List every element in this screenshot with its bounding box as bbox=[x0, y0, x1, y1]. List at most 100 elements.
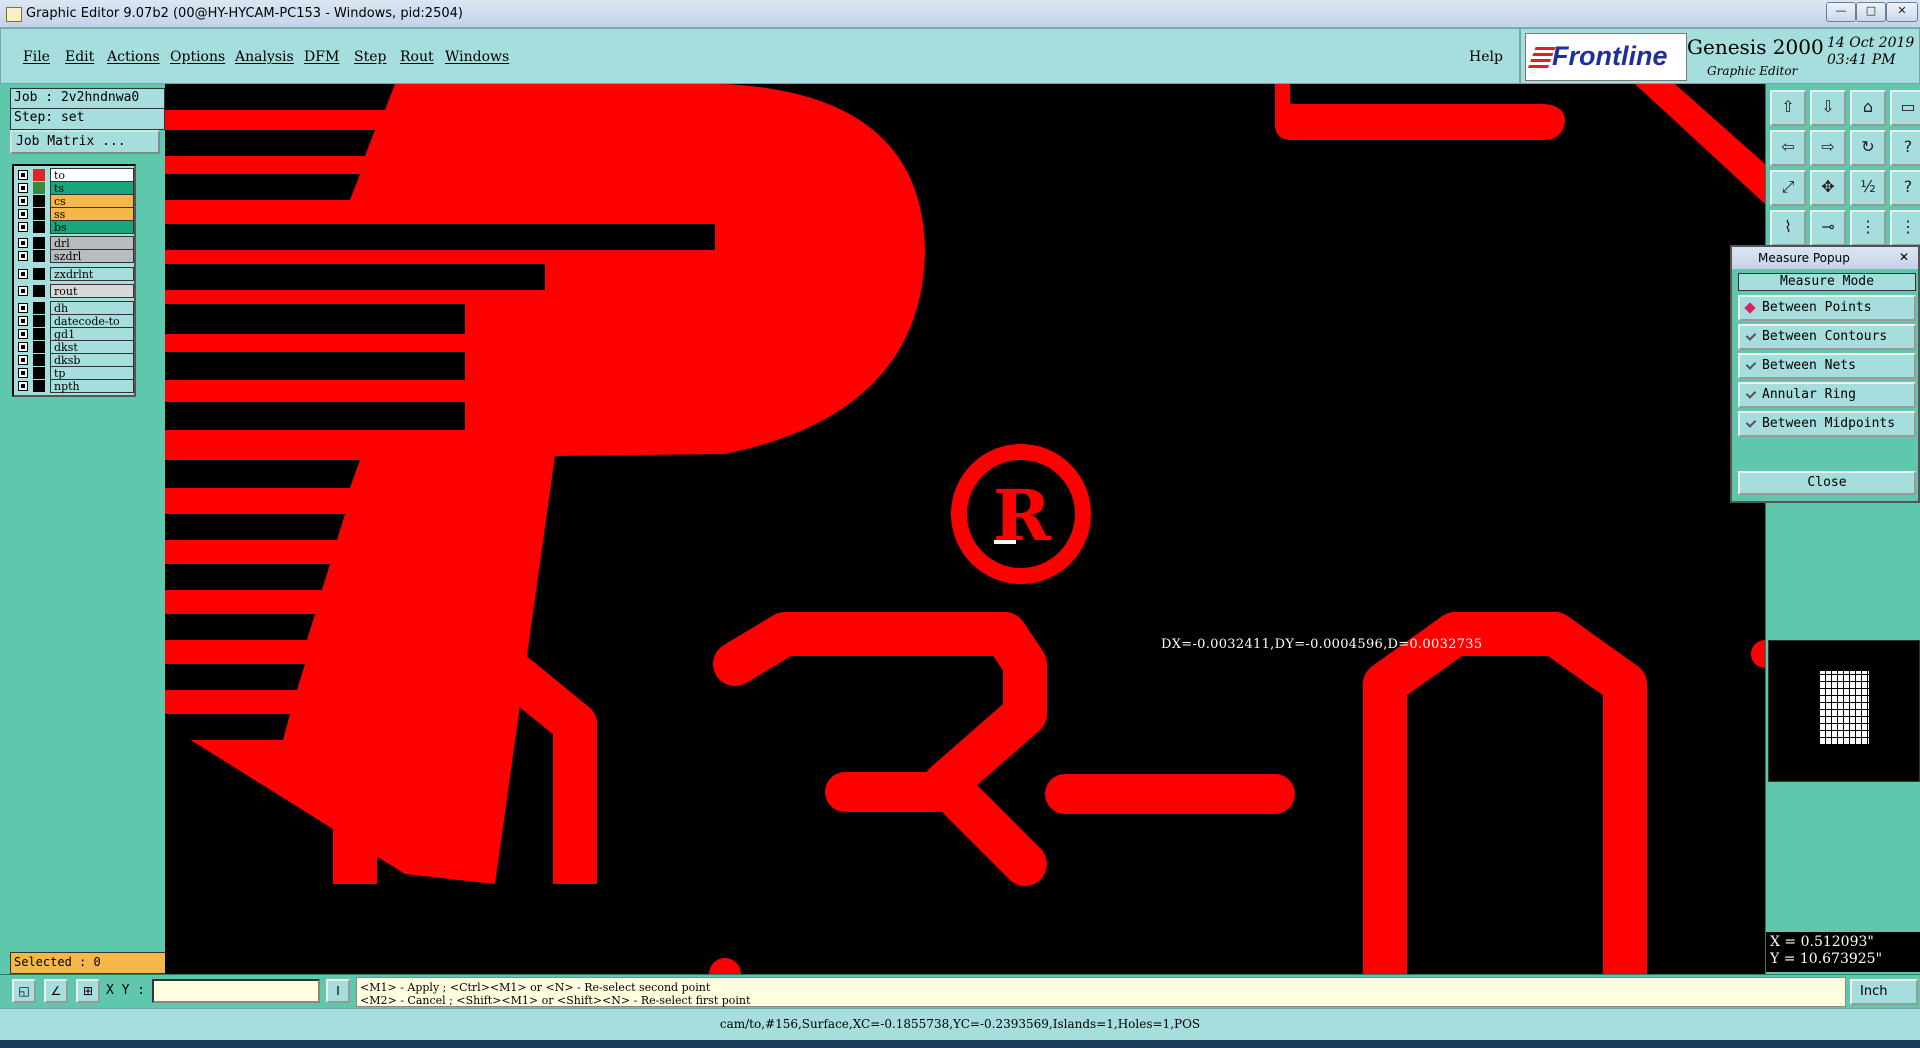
layer-name[interactable]: npth bbox=[50, 379, 134, 393]
menu-help[interactable]: Help bbox=[1469, 49, 1503, 65]
layer-checkbox[interactable] bbox=[18, 286, 28, 296]
xy-input[interactable] bbox=[152, 979, 320, 1003]
menu-actions[interactable]: Actions bbox=[107, 49, 160, 65]
layer-color-swatch[interactable] bbox=[33, 328, 45, 340]
unit-selector[interactable]: Inch bbox=[1850, 979, 1918, 1005]
minimize-button[interactable]: — bbox=[1826, 2, 1856, 22]
layer-color-swatch[interactable] bbox=[33, 221, 45, 233]
layer-row-to[interactable]: to bbox=[16, 168, 134, 182]
layer-name[interactable]: bs bbox=[50, 220, 134, 234]
layer-color-swatch[interactable] bbox=[33, 315, 45, 327]
layer-color-swatch[interactable] bbox=[33, 285, 45, 297]
zoom-in-icon[interactable]: ⇧ bbox=[1770, 90, 1806, 126]
layer-row-dh[interactable]: dh bbox=[16, 301, 134, 315]
script-icon[interactable]: ? bbox=[1890, 130, 1920, 166]
layer-name[interactable]: datecode-to bbox=[50, 314, 134, 328]
layer-row-bs[interactable]: bs bbox=[16, 220, 134, 234]
layer-row-szdrl[interactable]: szdrl bbox=[16, 249, 134, 263]
layer-row-datecode-to[interactable]: datecode-to bbox=[16, 314, 134, 328]
layer-row-cs[interactable]: cs bbox=[16, 194, 134, 208]
help-icon[interactable]: ? bbox=[1890, 170, 1920, 206]
layer-color-swatch[interactable] bbox=[33, 380, 45, 392]
menu-analysis[interactable]: Analysis bbox=[235, 49, 294, 65]
layer-row-tp[interactable]: tp bbox=[16, 366, 134, 380]
pan-right-icon[interactable]: ⇨ bbox=[1810, 130, 1846, 166]
layer-row-ss[interactable]: ss bbox=[16, 207, 134, 221]
redraw-icon[interactable]: ↻ bbox=[1850, 130, 1886, 166]
layer-checkbox[interactable] bbox=[18, 368, 28, 378]
layer-name[interactable]: rout bbox=[50, 284, 134, 298]
scale-1-2-icon[interactable]: ½ bbox=[1850, 170, 1886, 206]
layer-checkbox[interactable] bbox=[18, 329, 28, 339]
layer-checkbox[interactable] bbox=[18, 170, 28, 180]
layer-color-swatch[interactable] bbox=[33, 354, 45, 366]
layer-name[interactable]: dkst bbox=[50, 340, 134, 354]
snap-icon[interactable]: ⊸ bbox=[1810, 210, 1846, 246]
layer-row-drl[interactable]: drl bbox=[16, 236, 134, 250]
layer-name[interactable]: ss bbox=[50, 207, 134, 221]
layer-checkbox[interactable] bbox=[18, 222, 28, 232]
layer-row-npth[interactable]: npth bbox=[16, 379, 134, 393]
layer-color-swatch[interactable] bbox=[33, 341, 45, 353]
zoom-out-icon[interactable]: ⇩ bbox=[1810, 90, 1846, 126]
menu-step[interactable]: Step bbox=[354, 49, 386, 65]
layer-name[interactable]: ts bbox=[50, 181, 134, 195]
measure-option-between-contours[interactable]: Between Contours bbox=[1738, 324, 1916, 350]
layer-color-swatch[interactable] bbox=[33, 237, 45, 249]
snap-mode-icon[interactable]: ◱ bbox=[12, 979, 36, 1003]
menu-rout[interactable]: Rout bbox=[400, 49, 434, 65]
layer-checkbox[interactable] bbox=[18, 269, 28, 279]
layer-color-swatch[interactable] bbox=[33, 182, 45, 194]
overview-preview[interactable] bbox=[1768, 640, 1920, 782]
layer-name[interactable]: drl bbox=[50, 236, 134, 250]
close-window-button[interactable]: ✕ bbox=[1886, 2, 1918, 22]
layer-checkbox[interactable] bbox=[18, 381, 28, 391]
layer-row-dkst[interactable]: dkst bbox=[16, 340, 134, 354]
layer-name[interactable]: tp bbox=[50, 366, 134, 380]
layer-name[interactable]: szdrl bbox=[50, 249, 134, 263]
menu-windows[interactable]: Windows bbox=[445, 49, 509, 65]
layer-row-gd1[interactable]: gd1 bbox=[16, 327, 134, 341]
menu-dfm[interactable]: DFM bbox=[304, 49, 339, 65]
grid-mode-icon[interactable]: ⊞ bbox=[76, 979, 100, 1003]
layer-checkbox[interactable] bbox=[18, 196, 28, 206]
layer-color-swatch[interactable] bbox=[33, 268, 45, 280]
layer-name[interactable]: dh bbox=[50, 301, 134, 315]
layer-color-swatch[interactable] bbox=[33, 169, 45, 181]
layer-name[interactable]: zxdrlnt bbox=[50, 267, 134, 281]
menu-edit[interactable]: Edit bbox=[65, 49, 94, 65]
layer-color-swatch[interactable] bbox=[33, 250, 45, 262]
text-cursor-icon[interactable]: I bbox=[326, 979, 350, 1003]
nets-icon[interactable]: ⋮ bbox=[1850, 210, 1886, 246]
home-icon[interactable]: ⌂ bbox=[1850, 90, 1886, 126]
layer-name[interactable]: dksb bbox=[50, 353, 134, 367]
layer-row-rout[interactable]: rout bbox=[16, 284, 134, 298]
layer-checkbox[interactable] bbox=[18, 342, 28, 352]
angle-mode-icon[interactable]: ∠ bbox=[44, 979, 68, 1003]
layer-name[interactable]: gd1 bbox=[50, 327, 134, 341]
pan-left-icon[interactable]: ⇦ bbox=[1770, 130, 1806, 166]
fit-screen-icon[interactable]: ⤢ bbox=[1770, 170, 1806, 206]
measure-icon[interactable]: ⌇ bbox=[1770, 210, 1806, 246]
measure-option-between-nets[interactable]: Between Nets bbox=[1738, 353, 1916, 379]
layer-row-ts[interactable]: ts bbox=[16, 181, 134, 195]
menu-file[interactable]: File bbox=[23, 49, 50, 65]
layer-row-zxdrlnt[interactable]: zxdrlnt bbox=[16, 267, 134, 281]
job-matrix-button[interactable]: Job Matrix ... bbox=[10, 130, 160, 154]
layer-name[interactable]: cs bbox=[50, 194, 134, 208]
layer-checkbox[interactable] bbox=[18, 183, 28, 193]
layer-checkbox[interactable] bbox=[18, 251, 28, 261]
menu-options[interactable]: Options bbox=[170, 49, 225, 65]
layer-checkbox[interactable] bbox=[18, 209, 28, 219]
layer-checkbox[interactable] bbox=[18, 355, 28, 365]
layer-checkbox[interactable] bbox=[18, 316, 28, 326]
measure-option-between-midpoints[interactable]: Between Midpoints bbox=[1738, 411, 1916, 437]
close-button[interactable]: Close bbox=[1738, 471, 1916, 495]
layer-color-swatch[interactable] bbox=[33, 195, 45, 207]
window-icon[interactable]: ▭ bbox=[1890, 90, 1920, 126]
graphic-canvas[interactable]: R DX=-0.0032411,DY=-0.0004596,D=0.003273… bbox=[165, 84, 1765, 974]
layer-color-swatch[interactable] bbox=[33, 208, 45, 220]
layer-color-swatch[interactable] bbox=[33, 302, 45, 314]
layer-checkbox[interactable] bbox=[18, 303, 28, 313]
measure-option-annular-ring[interactable]: Annular Ring bbox=[1738, 382, 1916, 408]
